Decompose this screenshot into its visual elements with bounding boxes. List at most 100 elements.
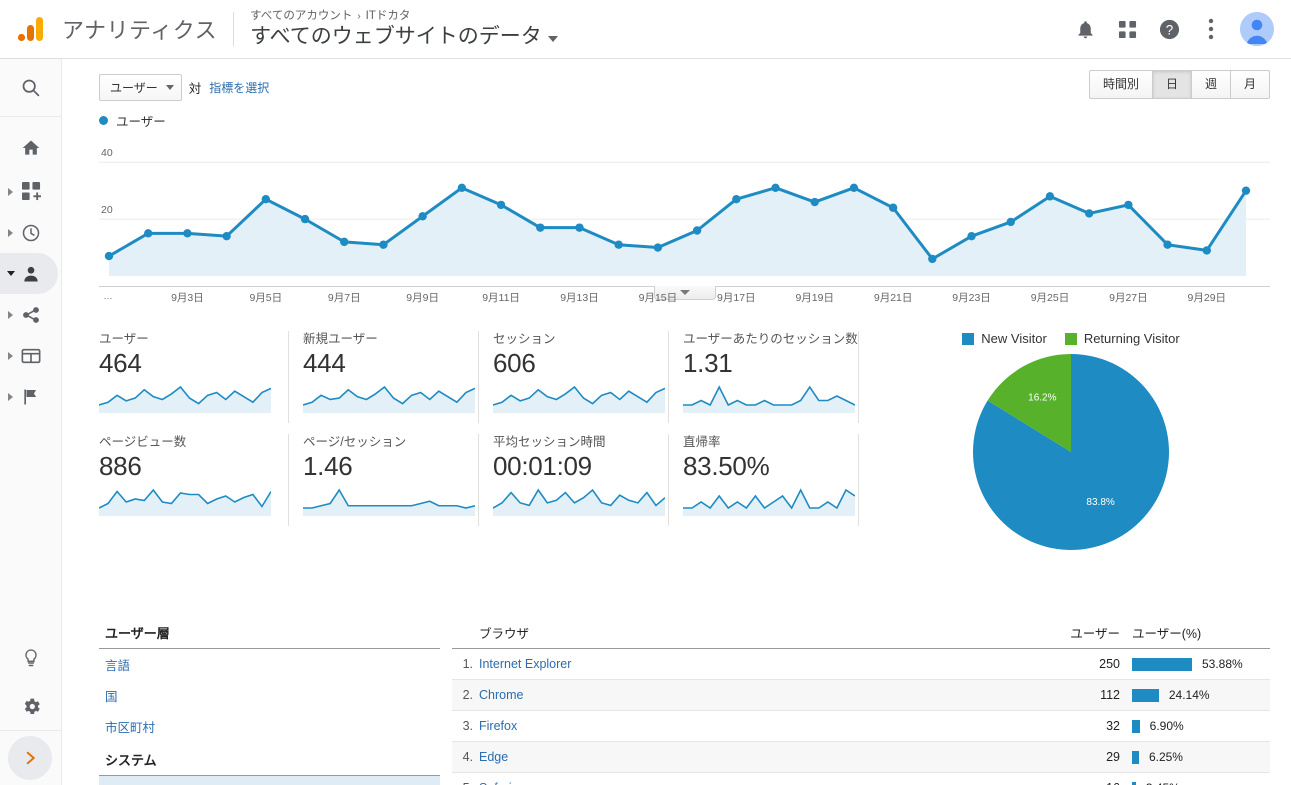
- apps-grid-icon[interactable]: [1114, 16, 1140, 42]
- sidebar-item-acquisition[interactable]: [0, 294, 61, 335]
- window-layout-icon: [20, 345, 42, 367]
- sidebar-item-behavior[interactable]: [0, 335, 61, 376]
- row-dimension[interactable]: Chrome: [479, 688, 1051, 702]
- sparkline: [99, 383, 272, 413]
- row-users: 29: [1106, 750, 1120, 764]
- list-item-country[interactable]: 国: [99, 680, 440, 711]
- metric-card-avg-session-duration[interactable]: 平均セッション時間 00:01:09: [479, 434, 669, 526]
- metric-card-sessions[interactable]: セッション 606: [479, 331, 669, 423]
- collapse-arrow-icon: [7, 271, 15, 276]
- metric-select[interactable]: ユーザー: [99, 73, 182, 101]
- help-icon[interactable]: ?: [1156, 16, 1182, 42]
- table-header-users-pct: ユーザー(%): [1132, 627, 1202, 641]
- dimension-list: ユーザー層 言語 国 市区町村 システム ブラウザ オペレーティング システム: [62, 615, 452, 785]
- row-rank: 2.: [462, 688, 473, 702]
- sparkline: [303, 383, 475, 413]
- metric-card-pageviews[interactable]: ページビュー数 886: [99, 434, 289, 526]
- chart-x-tick: 9月23日: [952, 292, 991, 304]
- view-selector[interactable]: すべてのウェブサイトのデータ: [250, 24, 558, 50]
- row-percent: 53.88%: [1202, 657, 1243, 671]
- chart-x-tick: 9月17日: [717, 292, 756, 304]
- gear-icon[interactable]: [0, 682, 62, 730]
- row-dimension[interactable]: Internet Explorer: [479, 657, 1051, 671]
- pie-legend-new-visitor[interactable]: New Visitor: [962, 331, 1047, 346]
- period-day[interactable]: 日: [1152, 71, 1192, 98]
- top-bar: アナリティクス すべてのアカウント › ITドカタ すべてのウェブサイトのデータ: [0, 0, 1291, 59]
- row-users: 112: [1100, 688, 1120, 702]
- table-row[interactable]: 5. Safari 16 3.45%: [452, 773, 1270, 785]
- chart-x-tick: 9月19日: [795, 292, 834, 304]
- metric-card-new-users[interactable]: 新規ユーザー 444: [289, 331, 479, 423]
- row-rank: 3.: [462, 719, 473, 733]
- sidebar-item-audience[interactable]: [0, 253, 58, 294]
- table-row[interactable]: 4. Edge 29 6.25%: [452, 742, 1270, 773]
- avatar[interactable]: [1240, 12, 1274, 46]
- title-block: すべてのアカウント › ITドカタ すべてのウェブサイトのデータ: [250, 9, 558, 50]
- pie-legend-returning-visitor[interactable]: Returning Visitor: [1064, 331, 1180, 346]
- metric-card-bounce-rate[interactable]: 直帰率 83.50%: [669, 434, 859, 526]
- page-title: すべてのウェブサイトのデータ: [250, 24, 542, 48]
- row-dimension[interactable]: Firefox: [479, 719, 1051, 733]
- period-week[interactable]: 週: [1192, 71, 1231, 98]
- row-rank: 1.: [462, 657, 473, 671]
- row-bar-cell: 3.45%: [1120, 781, 1270, 785]
- chart-svg[interactable]: [99, 136, 1270, 286]
- metric-card-pages-per-session[interactable]: ページ/セッション 1.46: [289, 434, 479, 526]
- expand-arrow-icon: [8, 310, 13, 319]
- sidebar-item-realtime[interactable]: [0, 212, 61, 253]
- sidebar-bottom: [0, 634, 62, 785]
- list-item-city[interactable]: 市区町村: [99, 711, 440, 742]
- home-icon: [20, 137, 42, 159]
- metrics-section: ユーザー 464 新規ユーザー 444 セッション 606 ユーザーあたりのセッ…: [62, 331, 1291, 557]
- list-item-browser[interactable]: ブラウザ: [99, 776, 440, 785]
- table-header-row: ブラウザ ユーザー ユーザー(%): [452, 615, 1270, 648]
- row-bar-cell: 53.88%: [1120, 657, 1270, 671]
- svg-text:16.2%: 16.2%: [1028, 393, 1056, 404]
- bell-icon[interactable]: [1072, 16, 1098, 42]
- share-nodes-icon: [20, 304, 42, 326]
- metric-card-sessions-per-user[interactable]: ユーザーあたりのセッション数 1.31: [669, 331, 859, 423]
- chart-x-tick: 9月27日: [1109, 292, 1148, 304]
- list-item-label: ブラウザ: [105, 782, 155, 785]
- brand-title: アナリティクス: [62, 18, 218, 43]
- row-users: 32: [1106, 719, 1120, 733]
- metric-label: ユーザーあたりのセッション数: [683, 332, 858, 346]
- search-icon[interactable]: [0, 59, 61, 117]
- metric-value: 886: [99, 451, 142, 481]
- versus-label: 対: [188, 81, 202, 96]
- list-item-language[interactable]: 言語: [99, 649, 440, 680]
- pie-legend: New Visitor Returning Visitor: [871, 331, 1271, 346]
- chart-y-tick: 20: [101, 204, 113, 217]
- sidebar-item-customization[interactable]: [0, 171, 61, 212]
- row-dimension[interactable]: Safari: [479, 781, 1051, 785]
- row-percent: 3.45%: [1146, 781, 1180, 785]
- legend-swatch-new-visitor: [962, 332, 975, 345]
- select-metric-link[interactable]: 指標を選択: [209, 79, 269, 96]
- rail-expand-row: [0, 730, 62, 785]
- metric-value: 00:01:09: [493, 451, 592, 481]
- metric-cards: ユーザー 464 新規ユーザー 444 セッション 606 ユーザーあたりのセッ…: [99, 331, 861, 557]
- sparkline: [683, 486, 855, 516]
- row-bar: [1132, 688, 1159, 702]
- period-hourly[interactable]: 時間別: [1090, 71, 1153, 98]
- chevron-right-icon[interactable]: [8, 736, 52, 780]
- sidebar-item-home[interactable]: [0, 125, 61, 171]
- row-bar-cell: 6.90%: [1120, 719, 1270, 733]
- metric-card-users[interactable]: ユーザー 464: [99, 331, 289, 423]
- sidebar-item-conversions[interactable]: [0, 376, 61, 417]
- row-percent: 6.25%: [1148, 750, 1183, 764]
- svg-text:?: ?: [1165, 22, 1172, 37]
- table-row[interactable]: 2. Chrome 112 24.14%: [452, 680, 1270, 711]
- chart-x-axis: ... 9月3日 9月5日 9月7日 9月9日 9月11日 9月13日 9月15日 9月17日 9…: [99, 286, 1270, 307]
- pie-svg[interactable]: 83.8% 16.2%: [871, 352, 1271, 552]
- row-dimension[interactable]: Edge: [479, 750, 1051, 764]
- period-month[interactable]: 月: [1231, 71, 1269, 98]
- table-row[interactable]: 1. Internet Explorer 250 53.88%: [452, 649, 1270, 680]
- table-row[interactable]: 3. Firefox 32 6.90%: [452, 711, 1270, 742]
- chart-x-tick: 9月21日: [873, 292, 913, 304]
- lightbulb-icon[interactable]: [0, 634, 62, 682]
- more-vert-icon[interactable]: [1198, 16, 1224, 42]
- breadcrumb-property[interactable]: ITドカタ: [366, 9, 411, 24]
- breadcrumb-account[interactable]: すべてのアカウント: [250, 9, 352, 24]
- legend-label-new-visitor: New Visitor: [981, 331, 1047, 346]
